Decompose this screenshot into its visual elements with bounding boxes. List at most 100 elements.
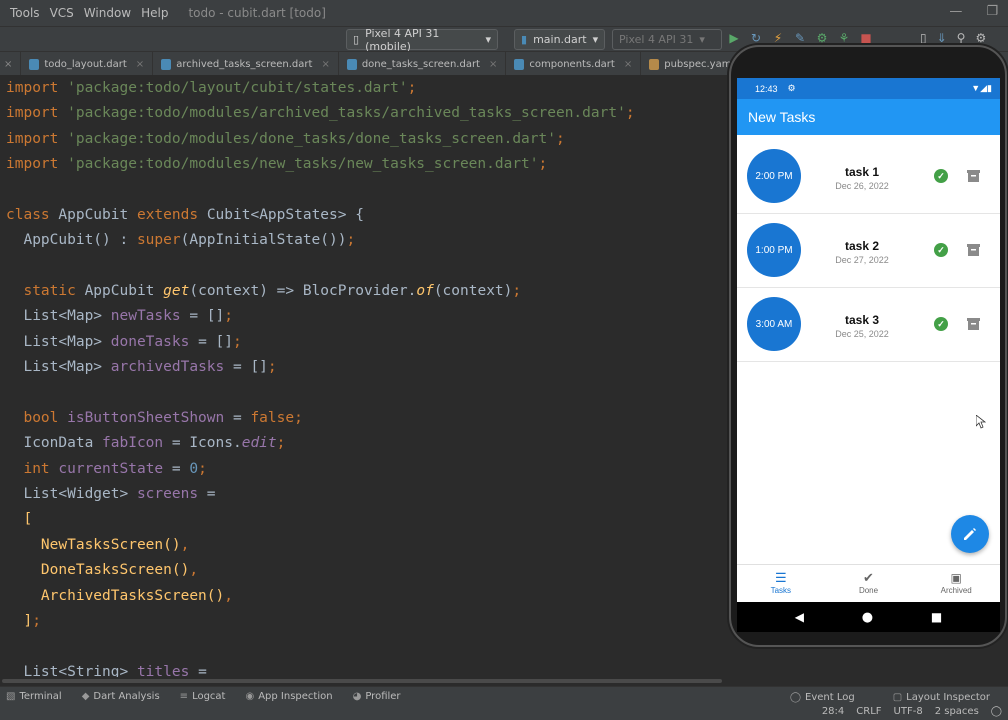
terminal-icon: ▧: [6, 691, 16, 702]
code-line: List<Widget> screens =: [6, 486, 216, 502]
tab-archived-tasks[interactable]: archived_tasks_screen.dart ×: [153, 52, 339, 76]
code-line: static AppCubit get(context) => BlocProv…: [6, 283, 522, 299]
tab-components[interactable]: components.dart ×: [506, 52, 642, 76]
check-circle-icon[interactable]: ✓: [934, 169, 948, 183]
toolbar-actions: ▶ ↻ ⚡ ✎ ⚙ ⚘ ■: [728, 31, 872, 45]
dart-file-icon: [29, 58, 40, 70]
tab-label: done_tasks_screen.dart: [361, 58, 480, 70]
minimize-icon[interactable]: —: [949, 4, 962, 19]
dart-file-icon: [346, 58, 357, 70]
check-circle-outline-icon: ✔: [863, 570, 874, 585]
event-log-button[interactable]: ◯ Event Log: [790, 692, 855, 703]
tab-label: archived_tasks_screen.dart: [176, 58, 313, 70]
window-title: todo - cubit.dart [todo]: [188, 6, 326, 20]
tab-label: pubspec.yaml: [664, 58, 735, 70]
close-icon[interactable]: ×: [321, 59, 329, 70]
line-separator[interactable]: CRLF: [856, 706, 881, 717]
device-selector-2[interactable]: Pixel 4 API 31 ▾: [612, 29, 722, 50]
hot-restart-icon[interactable]: ⚡: [772, 31, 784, 45]
tool-label: Dart Analysis: [93, 691, 160, 702]
code-line: [: [6, 511, 33, 527]
stop-icon[interactable]: ■: [860, 31, 872, 45]
task-title: task 2: [844, 239, 880, 253]
app-inspection-button[interactable]: ◉ App Inspection: [245, 691, 332, 702]
attach-icon[interactable]: ✎: [794, 31, 806, 45]
nav-done[interactable]: ✔ Done: [825, 565, 913, 602]
code-line: IconData fabIcon = Icons.edit;: [6, 435, 286, 451]
file-encoding[interactable]: UTF-8: [894, 706, 923, 717]
code-line: List<Map> newTasks = [];: [6, 308, 233, 324]
device-label: Pixel 4 API 31 (mobile): [365, 26, 440, 53]
profiler-icon: ◕: [352, 691, 362, 702]
edit-fab-button[interactable]: [951, 515, 989, 553]
tool-label: Layout Inspector: [906, 691, 990, 703]
caret-position[interactable]: 28:4: [822, 706, 844, 717]
coverage-icon[interactable]: ⚘: [838, 31, 850, 45]
recents-icon[interactable]: ■: [931, 610, 942, 624]
tool-label: Logcat: [192, 691, 226, 702]
run-config-selector[interactable]: ▮ main.dart ▾: [514, 29, 605, 50]
scrollbar-thumb[interactable]: [2, 679, 722, 683]
emulator-screen[interactable]: 12:43 ⚙ ▼◢▮ New Tasks 2:00 PM task 1 Dec…: [737, 78, 1000, 602]
run-icon[interactable]: ▶: [728, 31, 740, 45]
chevron-down-icon: ▾: [592, 33, 599, 46]
device-manager-icon[interactable]: ▯: [920, 31, 927, 45]
archive-icon[interactable]: [967, 170, 980, 182]
check-circle-icon[interactable]: ✓: [934, 243, 948, 257]
archive-icon[interactable]: [967, 244, 980, 256]
dart-file-icon: [161, 58, 172, 70]
code-line: import 'package:todo/modules/done_tasks/…: [6, 131, 565, 147]
indent-setting[interactable]: 2 spaces: [935, 706, 979, 717]
close-icon[interactable]: ×: [136, 59, 144, 70]
phone-status-bar: 12:43 ⚙ ▼◢▮: [737, 78, 1000, 99]
task-item[interactable]: 2:00 PM task 1 Dec 26, 2022 ✓: [737, 140, 1000, 214]
menu-vcs[interactable]: VCS: [50, 6, 74, 20]
check-circle-icon[interactable]: ✓: [934, 317, 948, 331]
dart-file-icon: [514, 58, 525, 70]
terminal-button[interactable]: ▧ Terminal: [6, 691, 62, 702]
app-bar: New Tasks: [737, 99, 1000, 135]
horizontal-scrollbar[interactable]: [0, 677, 1008, 685]
back-icon[interactable]: ◀: [795, 610, 804, 624]
close-icon[interactable]: ×: [624, 59, 632, 70]
lock-icon[interactable]: ◯: [991, 706, 1002, 717]
nav-tasks[interactable]: ☰ Tasks: [737, 565, 825, 602]
tool-label: Profiler: [365, 691, 401, 702]
tab-close-left[interactable]: ×: [0, 52, 22, 76]
tab-done-tasks[interactable]: done_tasks_screen.dart ×: [339, 52, 507, 76]
tab-todo-layout[interactable]: todo_layout.dart ×: [21, 52, 154, 76]
menu-tools[interactable]: Tools: [10, 6, 40, 20]
menu-help[interactable]: Help: [141, 6, 168, 20]
app-inspection-icon: ◉: [245, 691, 255, 702]
home-icon[interactable]: ●: [862, 610, 873, 625]
gear-icon[interactable]: ⚙: [975, 31, 986, 45]
code-line: ArchivedTasksScreen(),: [6, 588, 233, 604]
app-bar-title: New Tasks: [748, 109, 816, 125]
menu-window[interactable]: Window: [84, 6, 131, 20]
task-item[interactable]: 1:00 PM task 2 Dec 27, 2022 ✓: [737, 214, 1000, 288]
debug-icon[interactable]: ⚙: [816, 31, 828, 45]
restore-icon[interactable]: ❐: [986, 4, 998, 19]
window-controls: — ❐: [949, 4, 998, 19]
hot-reload-icon[interactable]: ↻: [750, 31, 762, 45]
code-line: import 'package:todo/modules/new_tasks/n…: [6, 156, 548, 172]
logcat-button[interactable]: ≡ Logcat: [180, 691, 226, 702]
tool-label: Event Log: [805, 691, 855, 703]
close-icon[interactable]: ×: [4, 59, 12, 70]
close-icon[interactable]: ×: [489, 59, 497, 70]
nav-label: Tasks: [770, 586, 792, 595]
nav-archived[interactable]: ▣ Archived: [912, 565, 1000, 602]
menu-bar: Tools VCS Window Help todo - cubit.dart …: [0, 0, 1008, 26]
task-item[interactable]: 3:00 AM task 3 Dec 25, 2022 ✓: [737, 288, 1000, 362]
device-selector[interactable]: ▯ Pixel 4 API 31 (mobile) ▾: [346, 26, 498, 53]
profiler-button[interactable]: ◕ Profiler: [353, 691, 401, 702]
layout-inspector-button[interactable]: ▢ Layout Inspector: [893, 692, 990, 703]
archive-icon[interactable]: [967, 318, 980, 330]
sdk-manager-icon[interactable]: ⇓: [937, 31, 947, 45]
task-title: task 3: [844, 313, 880, 327]
dart-analysis-button[interactable]: ◆ Dart Analysis: [82, 691, 160, 702]
task-title: task 1: [844, 165, 880, 179]
toolbar-right: ▯ ⇓ ⚲ ⚙: [920, 31, 986, 45]
tool-window-right: ◯ Event Log ▢ Layout Inspector: [784, 687, 1004, 707]
search-icon[interactable]: ⚲: [957, 31, 966, 45]
